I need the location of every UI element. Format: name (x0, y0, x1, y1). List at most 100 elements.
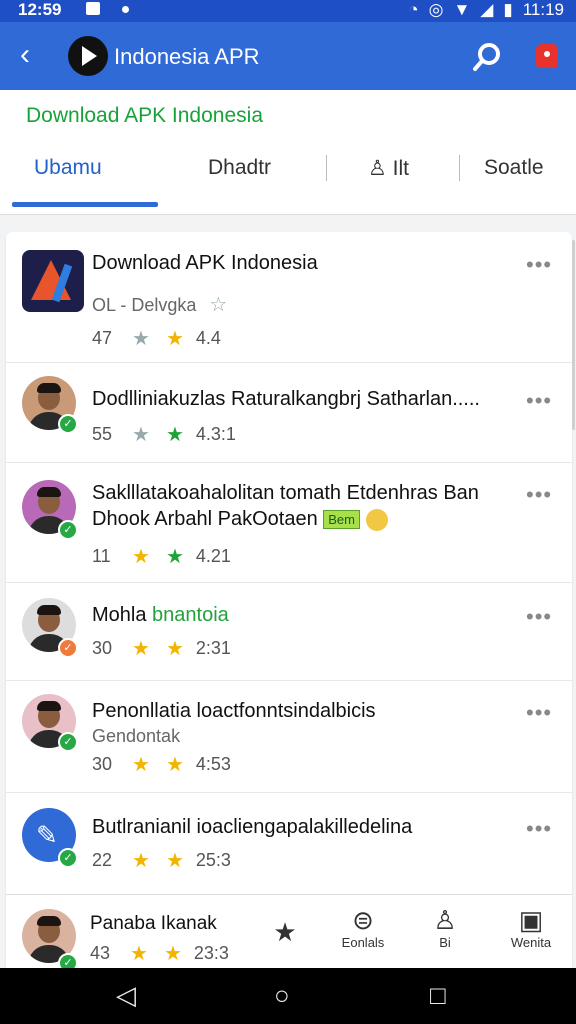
star-outline-icon[interactable]: ☆ (209, 294, 227, 316)
post-stat: 4.4 (195, 327, 221, 348)
post-count: 30 (92, 753, 113, 774)
tab-ubamu[interactable]: Ubamu (34, 156, 102, 180)
wrench-icon: ✎ (36, 820, 58, 850)
bottom-bar: ✓ Panaba Ikanak 43 ★ ★ 23:3 ★ ⊜ Eonlals … (6, 894, 572, 973)
recents-nav-icon[interactable]: □ (430, 980, 446, 1011)
sub-header: Download APK Indonesia Ubamu Dhadtr ♙ Il… (0, 90, 576, 215)
star-icon[interactable]: ★ (132, 752, 150, 777)
scrollbar[interactable] (572, 240, 575, 430)
status-time: 12:59 (18, 0, 62, 19)
title-text: Mohla (92, 604, 147, 626)
nav-favorites[interactable]: ★ (250, 917, 320, 947)
tab-soatle[interactable]: Soatle (484, 156, 544, 180)
post-meta: 47 ★ ★ 4.4 (92, 326, 221, 350)
post-stat: 2:31 (195, 637, 231, 658)
sync-icon: ◎ (428, 0, 444, 19)
post-stat: 4.3:1 (195, 423, 236, 444)
nav-profile[interactable]: ♙ Bi (410, 905, 480, 950)
battery-icon: ▮ (503, 0, 513, 19)
image-icon: ▣ (518, 905, 544, 935)
person-icon: ♙ (433, 905, 457, 935)
list-item[interactable]: ✓ Dodlliniakuzlas Raturalkangbrj Satharl… (6, 362, 572, 463)
more-options-icon[interactable]: ••• (526, 816, 552, 842)
post-stat: 23:3 (193, 942, 229, 963)
post-feed[interactable]: Download APK Indonesia OL - Delvgka ☆ 47… (6, 232, 572, 972)
post-meta: 55 ★ ★ 4.3:1 (92, 422, 236, 446)
post-count: 30 (92, 637, 113, 658)
rating-star-icon: ★ (165, 423, 184, 446)
star-icon[interactable]: ★ (132, 326, 150, 351)
nav-label: Wenita (510, 935, 552, 950)
app-logo (68, 36, 108, 76)
title-highlight: bnantoia (152, 604, 229, 626)
title-text: Dhook Arbahl PakOotaen (92, 508, 318, 530)
app-icon (22, 250, 84, 312)
status-badge-icon: ✓ (58, 638, 78, 658)
section-title: Download APK Indonesia (26, 104, 263, 127)
post-title: Butlranianil ioacliengapalakilledelina (92, 816, 413, 838)
active-tab-indicator (12, 202, 158, 207)
post-count: 22 (92, 849, 113, 870)
tab-ilt[interactable]: ♙ Ilt (368, 156, 409, 181)
post-stat: 4:53 (195, 753, 231, 774)
post-title: Saklllatakoahalolitan tomath Etdenhras B… (92, 482, 479, 504)
more-options-icon[interactable]: ••• (526, 482, 552, 508)
post-title: Mohla bnantoia (92, 604, 229, 627)
home-nav-icon[interactable]: ○ (274, 980, 290, 1011)
rating-star-icon: ★ (163, 942, 182, 965)
verified-badge-icon: ✓ (58, 520, 78, 540)
tab-dhadtr[interactable]: Dhadtr (208, 156, 271, 180)
more-options-icon[interactable]: ••• (526, 252, 552, 278)
post-stat: 4.21 (195, 545, 231, 566)
more-options-icon[interactable]: ••• (526, 388, 552, 414)
alarm-icon: ◔ (408, 0, 419, 19)
more-options-icon[interactable]: ••• (526, 700, 552, 726)
wifi-icon: ▼ (453, 0, 471, 19)
star-icon[interactable]: ★ (132, 422, 150, 447)
post-count: 11 (92, 545, 111, 566)
verified-badge-icon: ✓ (58, 848, 78, 868)
tab-divider (459, 155, 460, 181)
back-nav-icon[interactable]: ◁ (116, 980, 136, 1011)
rating-star-icon: ★ (165, 637, 184, 660)
post-count: 47 (92, 327, 113, 348)
post-stat: 25:3 (195, 849, 231, 870)
post-count: 55 (92, 423, 113, 444)
star-icon[interactable]: ★ (132, 848, 150, 873)
verified-badge-icon: ✓ (58, 414, 78, 434)
nav-wenita[interactable]: ▣ Wenita (496, 905, 566, 950)
post-meta: 22 ★ ★ 25:3 (92, 848, 231, 872)
star-icon[interactable]: ★ (132, 636, 150, 661)
app-bar: ‹ Indonesia APR (0, 22, 576, 90)
status-right: ◔ ◎ ▼ ◢ ▮ 11:19 (408, 0, 564, 20)
rating-star-icon: ★ (165, 849, 184, 872)
emoji-icon (365, 508, 388, 531)
list-item[interactable]: ✓ Saklllatakoahalolitan tomath Etdenhras… (6, 462, 572, 583)
star-icon[interactable]: ★ (132, 544, 150, 569)
post-count: 43 (90, 942, 111, 963)
post-meta: 43 ★ ★ 23:3 (90, 941, 229, 965)
tab-label: Ilt (392, 157, 410, 180)
notification-bell-icon[interactable] (536, 44, 558, 68)
play-icon (82, 46, 97, 66)
post-title-line2: Dhook Arbahl PakOotaen Bem (92, 508, 388, 531)
post-subtitle: OL - Delvgka ☆ (92, 292, 243, 317)
more-options-icon[interactable]: ••• (526, 604, 552, 630)
rating-star-icon: ★ (165, 545, 184, 568)
post-title: Panaba Ikanak (90, 913, 217, 934)
list-item[interactable]: ✓ Mohla bnantoia 30 ★ ★ 2:31 ••• (6, 582, 572, 681)
list-item[interactable]: ✎ ✓ Butlranianil ioacliengapalakilledeli… (6, 792, 572, 895)
search-icon[interactable] (472, 42, 502, 72)
back-arrow-icon[interactable]: ‹ (20, 40, 30, 70)
list-item[interactable]: ✓ Penonllatia loactfonntsindalbicis Gend… (6, 680, 572, 793)
globe-icon: ⊜ (352, 905, 374, 935)
post-meta: 11 ★ ★ 4.21 (92, 544, 231, 568)
star-icon: ★ (273, 917, 297, 947)
tab-divider (326, 155, 327, 181)
list-item[interactable]: Download APK Indonesia OL - Delvgka ☆ 47… (6, 232, 572, 363)
nav-eonlals[interactable]: ⊜ Eonlals (328, 905, 398, 950)
post-subtitle: Gendontak (92, 726, 181, 746)
post-tag: Bem (323, 510, 360, 530)
status-bar: 12:59 ◔ ◎ ▼ ◢ ▮ 11:19 (0, 0, 576, 22)
star-icon[interactable]: ★ (130, 941, 148, 966)
